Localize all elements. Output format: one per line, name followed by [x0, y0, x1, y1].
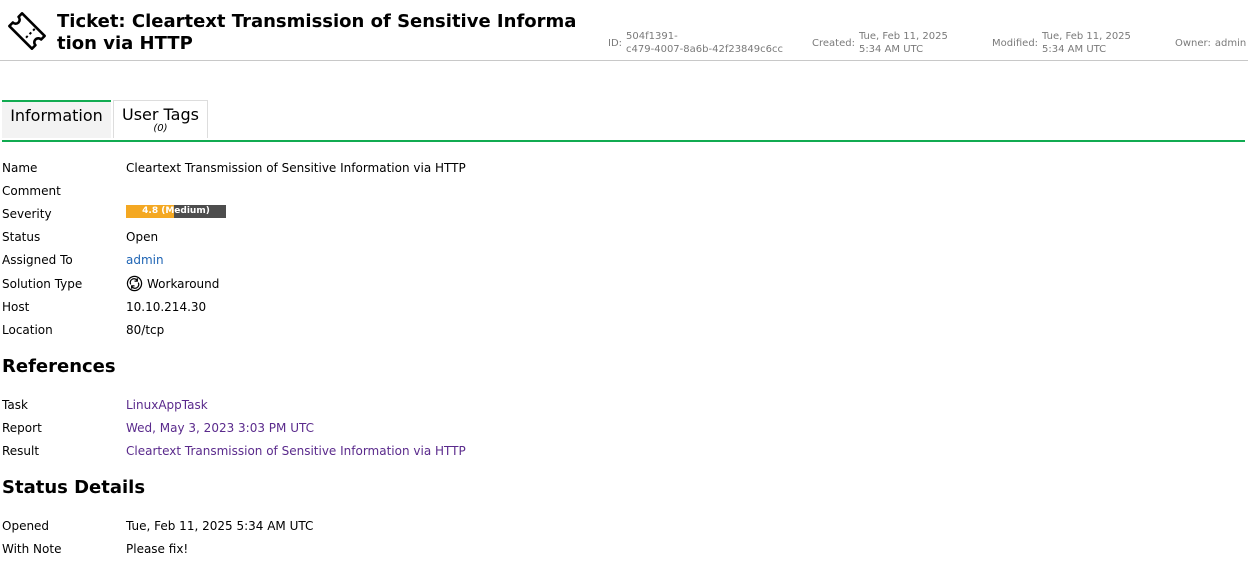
host-value: 10.10.214.30	[126, 300, 207, 314]
tab-user-tags[interactable]: User Tags (0)	[113, 100, 208, 138]
host-label: Host	[2, 300, 30, 314]
solution-text: Workaround	[147, 277, 220, 291]
tab-information-label: Information	[10, 106, 103, 125]
page-title: Ticket: Cleartext Transmission of Sensit…	[57, 11, 577, 54]
location-value: 80/tcp	[126, 323, 165, 337]
page-header: Ticket: Cleartext Transmission of Sensit…	[0, 0, 1248, 61]
status-details-heading: Status Details	[2, 477, 146, 498]
status-label: Status	[2, 230, 41, 244]
note-value: Please fix!	[126, 542, 189, 556]
severity-bar: 4.8 (Medium)	[126, 205, 226, 218]
solution-label: Solution Type	[2, 277, 83, 291]
created-date: Created: Tue, Feb 11, 2025 5:34 AM UTC	[812, 31, 948, 56]
owner-label: Owner:	[1175, 38, 1211, 49]
task-link[interactable]: LinuxAppTask	[126, 398, 208, 412]
modified-label: Modified:	[992, 38, 1039, 49]
name-value: Cleartext Transmission of Sensitive Info…	[126, 161, 466, 175]
task-label: Task	[2, 398, 28, 412]
tab-user-tags-label: User Tags	[122, 105, 199, 124]
name-label: Name	[2, 161, 38, 175]
owner-value: admin	[1214, 38, 1247, 49]
comment-label: Comment	[2, 184, 61, 198]
tab-user-tags-count: (0)	[153, 123, 168, 134]
modified-date: Modified: Tue, Feb 11, 2025 5:34 AM UTC	[992, 31, 1131, 56]
owner: Owner: admin	[1175, 31, 1246, 50]
result-link[interactable]: Cleartext Transmission of Sensitive Info…	[126, 444, 466, 458]
result-label: Result	[2, 444, 40, 458]
references-heading: References	[2, 356, 116, 377]
severity-label: Severity	[2, 207, 52, 221]
created-label: Created:	[812, 38, 855, 49]
severity-bar-text: 4.8 (Medium)	[142, 206, 210, 216]
workaround-icon	[126, 275, 143, 291]
location-label: Location	[2, 323, 53, 337]
id-label: ID:	[608, 38, 623, 49]
tab-information[interactable]: Information	[2, 100, 111, 138]
ticket-icon	[8, 12, 46, 50]
ticket-id: ID: 504f1391- c479-4007-8a6b-42f23849c6cc	[608, 31, 783, 56]
status-value: Open	[126, 230, 159, 244]
tab-bar: Information User Tags (0)	[2, 100, 1245, 142]
opened-value: Tue, Feb 11, 2025 5:34 AM UTC	[126, 519, 314, 533]
assigned-user-link[interactable]: admin	[126, 253, 164, 267]
modified-value: Tue, Feb 11, 2025 5:34 AM UTC	[1042, 31, 1131, 55]
opened-label: Opened	[2, 519, 50, 533]
id-value: 504f1391- c479-4007-8a6b-42f23849c6cc	[626, 31, 784, 55]
assigned-label: Assigned To	[2, 253, 73, 267]
created-value: Tue, Feb 11, 2025 5:34 AM UTC	[858, 31, 948, 55]
solution-value: Workaround	[126, 275, 220, 292]
report-label: Report	[2, 421, 42, 435]
report-link[interactable]: Wed, May 3, 2023 3:03 PM UTC	[126, 421, 314, 435]
note-label: With Note	[2, 542, 62, 556]
